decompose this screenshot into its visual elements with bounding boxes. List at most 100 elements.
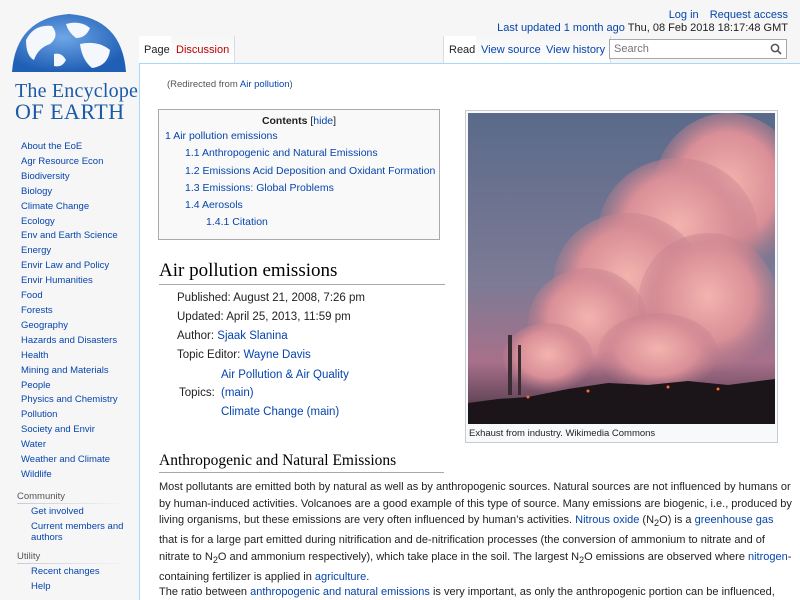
anthropogenic-natural-link[interactable]: anthropogenic and natural emissions (250, 586, 430, 598)
search-icon[interactable] (770, 43, 782, 55)
sidebar-item-mining-and-materials[interactable]: Mining and Materials (0, 364, 139, 379)
editor-link[interactable]: Wayne Davis (243, 349, 310, 361)
toc-item-1-4[interactable]: 1.4 Aerosols (185, 199, 243, 211)
editor-label: Topic Editor: (177, 349, 244, 361)
sidebar-heading-utility: Utility (17, 550, 41, 562)
text: (N (639, 514, 655, 527)
toc-text: Emissions: Global Problems (202, 182, 334, 194)
last-updated-link[interactable]: Last updated 1 month ago (497, 22, 625, 34)
toc-num: 1.1 (185, 147, 200, 159)
globe-logo-icon (12, 14, 126, 72)
topics-label: Topics: (179, 387, 215, 399)
redirect-link[interactable]: Air pollution (240, 79, 290, 90)
search-input[interactable] (610, 40, 760, 58)
nitrous-oxide-link[interactable]: Nitrous oxide (575, 514, 639, 526)
sidebar-item-pollution[interactable]: Pollution (0, 408, 139, 423)
sidebar-item-weather-and-climate[interactable]: Weather and Climate (0, 453, 139, 468)
industry-exhaust-image[interactable] (468, 113, 775, 424)
exhaust-photo-icon (468, 113, 775, 424)
toc-num: 1 (165, 130, 171, 142)
sidebar-item-physics-and-chemistry[interactable]: Physics and Chemistry (0, 393, 139, 408)
last-updated-date: Thu, 08 Feb 2018 18:17:48 GMT (627, 22, 788, 34)
toc-item-1-1[interactable]: 1.1 Anthropogenic and Natural Emissions (185, 147, 378, 159)
redirect-note: (Redirected from Air pollution) (167, 79, 293, 90)
toc-title: Contents [hide] (159, 115, 439, 127)
sidebar-item-help[interactable]: Help (0, 581, 134, 592)
toc-num: 1.4 (185, 199, 200, 211)
toc-title-text: Contents (261, 115, 308, 127)
sidebar-item-geography[interactable]: Geography (0, 319, 139, 334)
figure-caption: Exhaust from industry. Wikimedia Commons (469, 428, 656, 439)
section-heading: Anthropogenic and Natural Emissions (159, 452, 444, 473)
login-link[interactable]: Log in (669, 9, 699, 21)
redirect-suffix: ) (289, 79, 293, 90)
sidebar-item-recent-changes[interactable]: Recent changes (0, 566, 134, 577)
sidebar-item-food[interactable]: Food (0, 289, 139, 304)
personal-tools: Log in Request access Last updated 1 mon… (497, 9, 788, 34)
sidebar-item-current-members[interactable]: Current members and authors (0, 521, 134, 543)
toc-text: Citation (232, 216, 268, 228)
topic-link-climate-change[interactable]: Climate Change (main) (221, 406, 339, 418)
agriculture-link[interactable]: agriculture (315, 571, 366, 583)
divider (17, 562, 127, 564)
toc-text: Aerosols (201, 199, 243, 211)
sidebar-item-forests[interactable]: Forests (0, 304, 139, 319)
sidebar-item-agr-resource-econ[interactable]: Agr Resource Econ (0, 155, 139, 170)
toc-num: 1.4.1 (206, 216, 230, 228)
sidebar-item-hazards-and-disasters[interactable]: Hazards and Disasters (0, 334, 139, 349)
sidebar-item-society-and-envir[interactable]: Society and Envir (0, 423, 139, 438)
text: O emissions are observed where (584, 551, 748, 563)
greenhouse-gas-link[interactable]: greenhouse gas (695, 514, 774, 526)
topic-link-air-pollution-main[interactable]: (main) (221, 387, 254, 399)
paragraph-2: The ratio between anthropogenic and natu… (159, 584, 794, 600)
sidebar-item-ecology[interactable]: Ecology (0, 215, 139, 230)
toc-item-1-4-1[interactable]: 1.4.1 Citation (206, 216, 268, 228)
toc-num: 1.2 (185, 165, 200, 177)
author-label: Author: (177, 330, 218, 342)
updated-date: Updated: April 25, 2013, 11:59 pm (177, 311, 351, 323)
sidebar-item-env-and-earth-science[interactable]: Env and Earth Science (0, 229, 139, 244)
author-line: Author: Sjaak Slanina (177, 330, 288, 342)
toc-hide-link[interactable]: hide (313, 115, 333, 127)
sidebar-item-health[interactable]: Health (0, 349, 139, 364)
article-title: Air pollution emissions (159, 260, 445, 285)
sidebar-item-people[interactable]: People (0, 379, 139, 394)
sidebar-item-energy[interactable]: Energy (0, 244, 139, 259)
sidebar-item-wildlife[interactable]: Wildlife (0, 468, 139, 483)
sidebar-item-envir-humanities[interactable]: Envir Humanities (0, 274, 139, 289)
toc-item-1[interactable]: 1 Air pollution emissions (165, 130, 278, 142)
request-access-link[interactable]: Request access (710, 9, 788, 21)
tab-discussion[interactable]: Discussion (171, 36, 236, 63)
sidebar-nav: About the EoE Agr Resource Econ Biodiversi… (0, 140, 139, 483)
nitrogen-link[interactable]: nitrogen (748, 551, 788, 563)
table-of-contents: Contents [hide] 1 Air pollution emission… (158, 109, 440, 240)
content-area: (Redirected from Air pollution) Contents… (139, 63, 800, 600)
toc-item-1-3[interactable]: 1.3 Emissions: Global Problems (185, 182, 334, 194)
tab-view-source[interactable]: View source (476, 36, 547, 63)
sidebar-item-biology[interactable]: Biology (0, 185, 139, 200)
topic-link-air-pollution[interactable]: Air Pollution & Air Quality (221, 369, 349, 381)
site-logo[interactable]: The Encyclopedia OF EARTH (5, 10, 163, 124)
author-link[interactable]: Sjaak Slanina (217, 330, 287, 342)
toc-bracket-close: ] (333, 115, 337, 127)
text: . (366, 570, 370, 583)
paragraph-1: Most pollutants are emitted both by natu… (159, 479, 794, 586)
toc-item-1-2[interactable]: 1.2 Emissions Acid Deposition and Oxidan… (185, 165, 435, 177)
figure: Exhaust from industry. Wikimedia Commons (465, 110, 778, 443)
sidebar-item-climate-change[interactable]: Climate Change (0, 200, 139, 215)
search-box (609, 39, 787, 59)
published-date: Published: August 21, 2008, 7:26 pm (177, 292, 365, 304)
toc-text: Air pollution emissions (173, 130, 278, 142)
sidebar-item-envir-law-and-policy[interactable]: Envir Law and Policy (0, 259, 139, 274)
tab-view-history[interactable]: View history (541, 36, 612, 63)
text: The ratio between (159, 586, 251, 598)
sidebar-item-get-involved[interactable]: Get involved (0, 506, 134, 517)
sidebar-item-water[interactable]: Water (0, 438, 139, 453)
toc-text: Anthropogenic and Natural Emissions (201, 147, 378, 159)
divider (17, 502, 127, 504)
editor-line: Topic Editor: Wayne Davis (177, 349, 311, 361)
text: O) is a (659, 514, 695, 527)
sidebar-item-about-the-eoe[interactable]: About the EoE (0, 140, 139, 155)
sidebar-item-biodiversity[interactable]: Biodiversity (0, 170, 139, 185)
redirect-prefix: (Redirected from (167, 79, 240, 90)
